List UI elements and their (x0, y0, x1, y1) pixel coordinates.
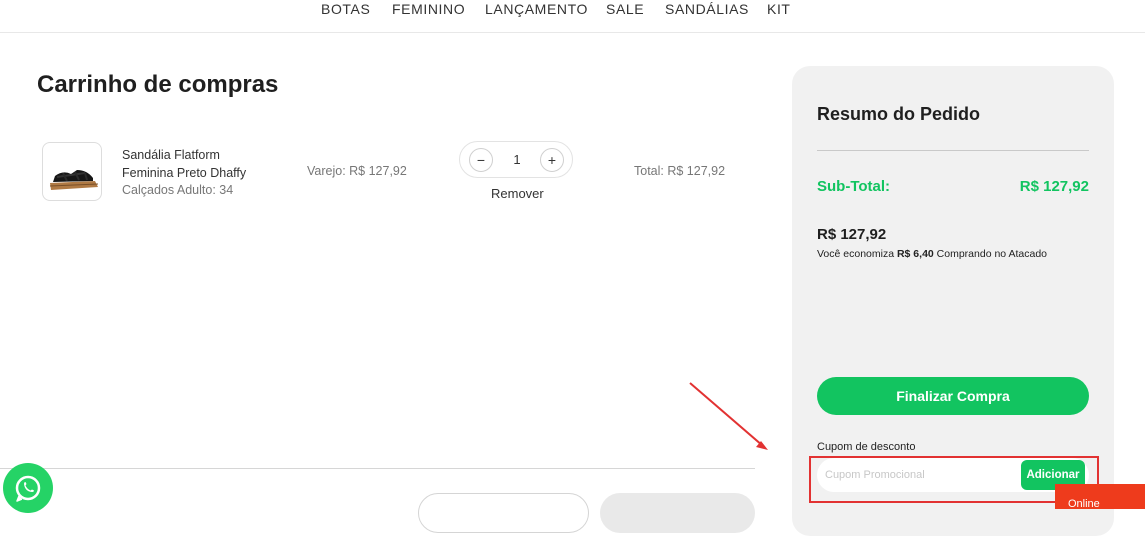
summary-divider (817, 150, 1089, 151)
nav-item-feminino[interactable]: FEMININO (392, 1, 465, 17)
nav-item-sandalias[interactable]: SANDÁLIAS (665, 1, 749, 17)
quantity-value: 1 (513, 152, 521, 167)
subtotal-label: Sub-Total: (817, 178, 891, 195)
line-total: Total: R$ 127,92 (634, 164, 726, 178)
remove-item-link[interactable]: Remover (491, 186, 544, 201)
product-name[interactable]: Sandália Flatform Feminina Preto Dhaffy (122, 146, 272, 182)
whatsapp-icon (15, 475, 41, 502)
subtotal-value: R$ 127,92 (1019, 178, 1089, 195)
product-sandal-image (49, 170, 99, 190)
savings-message: Você economiza R$ 6,40 Comprando no Atac… (817, 248, 1047, 260)
cart-divider (0, 468, 755, 469)
quantity-stepper: − 1 + (459, 141, 573, 178)
increase-quantity-button[interactable]: + (540, 148, 564, 172)
savings-prefix: Você economiza (817, 248, 897, 260)
whatsapp-button[interactable] (3, 463, 53, 513)
page-title: Carrinho de compras (37, 71, 279, 98)
product-variant: Calçados Adulto: 34 (122, 183, 234, 197)
checkout-button[interactable]: Finalizar Compra (817, 377, 1089, 415)
order-summary-title: Resumo do Pedido (817, 104, 981, 124)
online-chat-label: Online (1068, 498, 1100, 510)
secondary-action-button[interactable] (600, 493, 755, 533)
savings-suffix: Comprando no Atacado (933, 248, 1047, 260)
product-thumbnail[interactable] (42, 142, 102, 201)
nav-item-botas[interactable]: BOTAS (321, 1, 370, 17)
top-navigation: BOTAS FEMININO LANÇAMENTO SALE SANDÁLIAS… (0, 0, 1145, 33)
continue-shopping-button[interactable] (418, 493, 589, 533)
wholesale-price: R$ 127,92 (817, 226, 887, 243)
nav-item-lancamento[interactable]: LANÇAMENTO (485, 1, 588, 17)
coupon-label: Cupom de desconto (817, 441, 916, 453)
retail-price: Varejo: R$ 127,92 (307, 164, 407, 178)
nav-item-sale[interactable]: SALE (606, 1, 644, 17)
decrease-quantity-button[interactable]: − (469, 148, 493, 172)
savings-amount: R$ 6,40 (896, 248, 934, 260)
nav-item-kit[interactable]: KIT (767, 1, 791, 17)
